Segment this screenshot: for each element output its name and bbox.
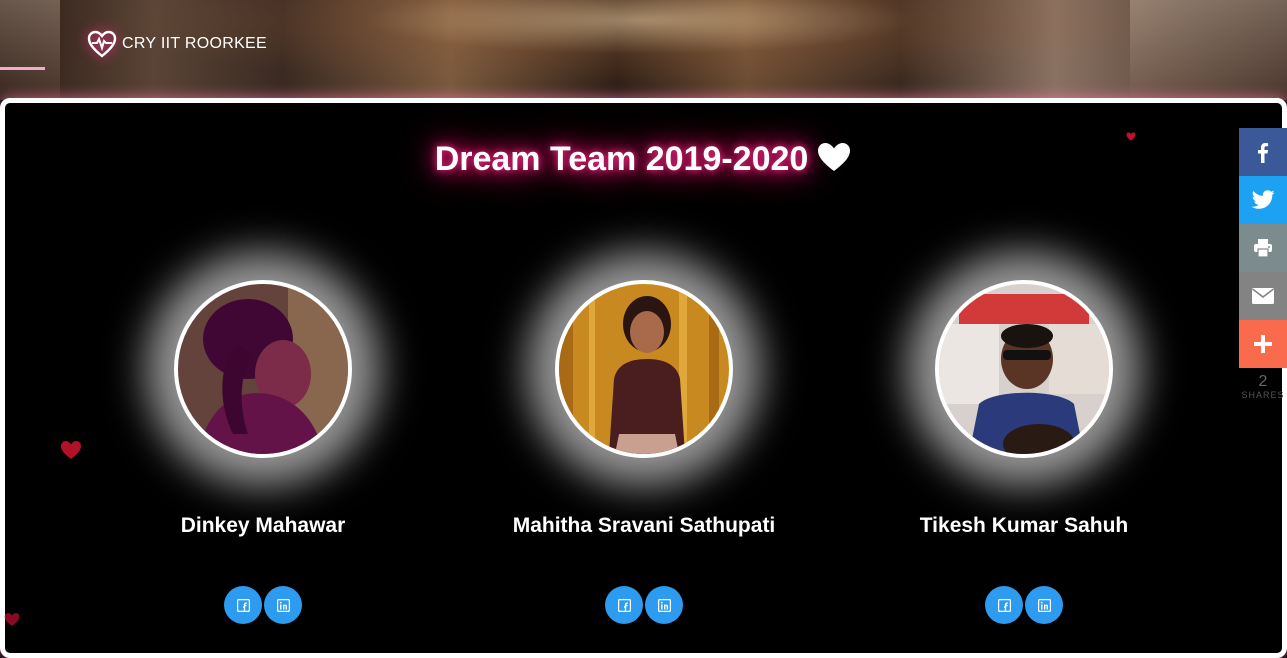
member-name: Tikesh Kumar Sahuh	[919, 514, 1129, 537]
team-member-card: Mahitha Sravani Sathupati	[484, 280, 804, 624]
floating-heart-icon	[4, 612, 20, 631]
linkedin-icon	[657, 598, 671, 612]
heartbeat-icon	[87, 29, 117, 59]
share-facebook-button[interactable]	[1239, 128, 1287, 176]
site-name: CRY IIT ROORKEE	[122, 35, 267, 52]
member-name: Dinkey Mahawar	[180, 514, 346, 537]
hero-column	[0, 0, 60, 100]
avatar-frame	[555, 280, 733, 458]
avatar	[939, 284, 1109, 454]
share-more-button[interactable]	[1239, 320, 1287, 368]
print-icon	[1254, 239, 1272, 257]
linkedin-link[interactable]	[264, 586, 302, 624]
social-links	[864, 586, 1184, 624]
avatar	[178, 284, 348, 454]
facebook-icon	[617, 598, 631, 612]
team-member-card: Dinkey Mahawar	[103, 280, 423, 624]
member-name: Mahitha Sravani Sathupati	[512, 514, 776, 537]
section-title-text: Dream Team 2019-2020	[434, 140, 809, 178]
social-links	[103, 586, 423, 624]
section-heading: Dream Team 2019-2020	[0, 140, 1287, 179]
facebook-icon	[236, 598, 250, 612]
share-count: 2	[1258, 373, 1268, 390]
linkedin-icon	[276, 598, 290, 612]
menu-accent-bar	[0, 67, 45, 70]
floating-heart-icon	[60, 440, 82, 464]
avatar-frame	[935, 280, 1113, 458]
share-count-label: SHARES	[1241, 390, 1285, 400]
floating-heart-icon	[1126, 126, 1136, 145]
linkedin-link[interactable]	[645, 586, 683, 624]
facebook-icon	[1258, 143, 1269, 163]
heart-icon	[816, 141, 852, 173]
facebook-link[interactable]	[985, 586, 1023, 624]
team-member-card: Tikesh Kumar Sahuh	[864, 280, 1184, 624]
avatar-frame	[174, 280, 352, 458]
share-email-button[interactable]	[1239, 272, 1287, 320]
share-twitter-button[interactable]	[1239, 176, 1287, 224]
facebook-link[interactable]	[224, 586, 262, 624]
twitter-icon	[1251, 190, 1275, 209]
plus-icon	[1254, 335, 1272, 353]
site-logo[interactable]: CRY IIT ROORKEE	[87, 29, 267, 59]
facebook-icon	[997, 598, 1011, 612]
linkedin-link[interactable]	[1025, 586, 1063, 624]
email-icon	[1252, 288, 1274, 304]
hero-column	[1130, 0, 1287, 100]
share-sidebar: 2 SHARES	[1239, 128, 1287, 400]
share-print-button[interactable]	[1239, 224, 1287, 272]
linkedin-icon	[1037, 598, 1051, 612]
social-links	[484, 586, 804, 624]
avatar	[559, 284, 729, 454]
facebook-link[interactable]	[605, 586, 643, 624]
